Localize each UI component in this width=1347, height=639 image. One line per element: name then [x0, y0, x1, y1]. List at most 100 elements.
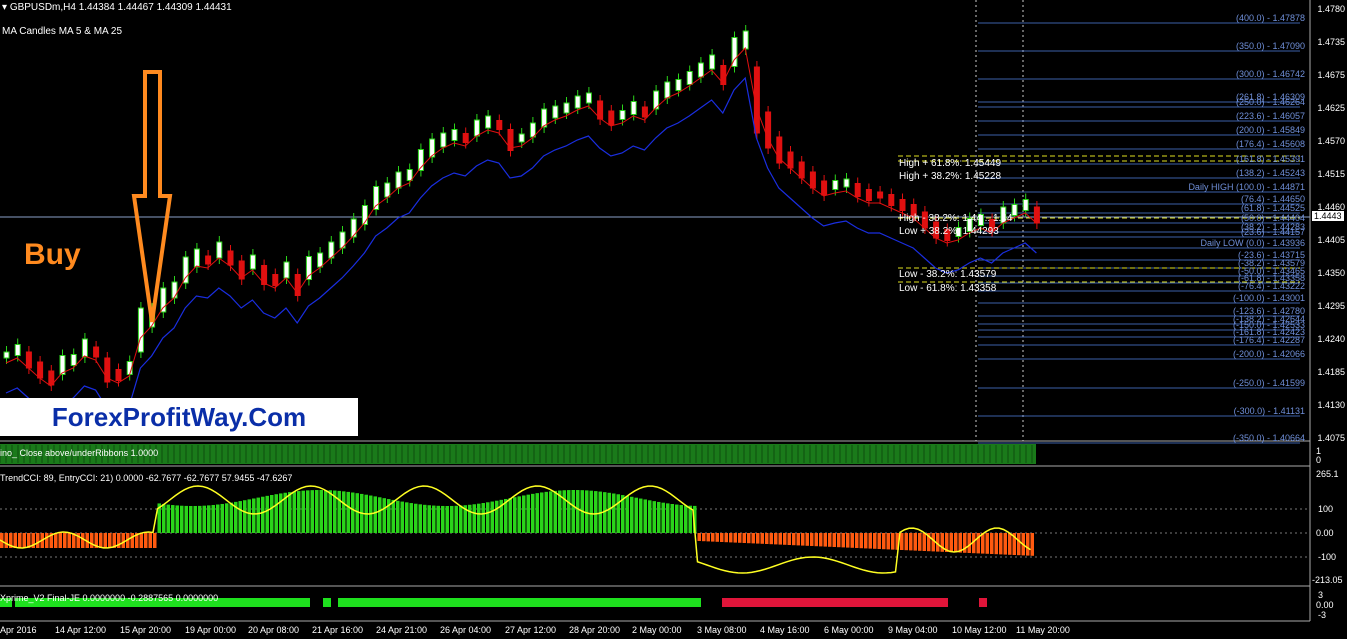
cci-bar [760, 533, 764, 544]
cci-bar [589, 490, 593, 533]
cci-bar [81, 533, 85, 548]
cci-bar [526, 494, 530, 533]
cci-bar [774, 533, 778, 545]
candle-body [630, 101, 637, 115]
fib-label: (-176.4) - 1.42287 [1232, 335, 1305, 345]
cci-bar [1003, 533, 1007, 555]
cci-bar [904, 533, 908, 551]
cci-bar [261, 496, 265, 533]
cci-bar [477, 503, 481, 533]
main-chart[interactable] [0, 0, 1347, 639]
time-tick: 11 May 20:00 [1016, 625, 1070, 635]
cci-bar [288, 492, 292, 533]
candle-body [440, 132, 447, 148]
candle-body [877, 191, 884, 199]
cci-bar [882, 533, 886, 550]
cci-bar [607, 492, 611, 533]
cci-bar [373, 496, 377, 533]
cci-bar [769, 533, 773, 545]
level-high-382: High + 38.2%: 1.45228 [899, 171, 1002, 182]
candle-body [216, 241, 223, 259]
cci-bar [544, 491, 548, 533]
time-tick: 2 May 00:00 [632, 625, 682, 635]
cci-bar [828, 533, 832, 547]
cci-bar [684, 505, 688, 533]
cci-bar [666, 503, 670, 533]
panel2-scale-max: 265.1 [1316, 469, 1339, 479]
candle-body [854, 183, 861, 197]
cci-bar [432, 505, 436, 533]
cci-bar [756, 533, 760, 544]
price-tick: 1.4780 [1317, 4, 1345, 14]
price-tick: 1.4240 [1317, 334, 1345, 344]
fib-label: (-100.0) - 1.43001 [1232, 293, 1305, 303]
cci-bar [445, 505, 449, 533]
cci-bar [886, 533, 890, 550]
cci-bar [990, 533, 994, 554]
candle-body [709, 54, 716, 70]
price-tick: 1.4295 [1317, 301, 1345, 311]
time-tick: 10 May 12:00 [952, 625, 1007, 635]
cci-bar [643, 499, 647, 533]
price-tick: 1.4185 [1317, 367, 1345, 377]
fib-label: (161.8) - 1.45391 [1235, 154, 1305, 164]
candle-body [14, 344, 21, 356]
cci-bar [225, 503, 229, 533]
cci-bar [63, 533, 67, 548]
cci-bar [468, 504, 472, 533]
cci-bar [670, 503, 674, 533]
cci-bar [949, 533, 953, 553]
cci-bar [351, 492, 355, 533]
cci-bar [324, 490, 328, 533]
cci-bar [1008, 533, 1012, 555]
cci-bar [409, 503, 413, 533]
cci-bar [247, 499, 251, 533]
cci-bar [198, 505, 202, 533]
panel1-scale-bottom: 0 [1316, 455, 1322, 465]
level-mid-high: High - 38.2%: 1.44 .. 1.44 [899, 213, 1013, 224]
time-tick: 21 Apr 16:00 [312, 625, 364, 635]
cci-bar [994, 533, 998, 555]
cci-bar [720, 533, 724, 542]
buy-arrow-icon [131, 70, 173, 323]
candle-body [496, 120, 503, 130]
candle-body [865, 189, 872, 201]
cci-bar [175, 505, 179, 533]
candle-body [182, 256, 189, 284]
time-tick: 28 Apr 20:00 [569, 625, 621, 635]
candle-body [384, 182, 391, 198]
time-tick: 24 Apr 21:00 [376, 625, 428, 635]
cci-bar [891, 533, 895, 550]
time-tick: 20 Apr 08:00 [248, 625, 300, 635]
fib-label: Daily LOW (0.0) - 1.43936 [1200, 238, 1305, 248]
cci-bar [787, 533, 791, 545]
candle-body [283, 261, 290, 279]
cci-bar [292, 491, 296, 533]
cci-bar [715, 533, 719, 542]
candle-body [3, 351, 10, 359]
candle-body [899, 199, 906, 211]
cci-bar [427, 505, 431, 533]
candle-body [395, 171, 402, 189]
cci-bar [652, 501, 656, 533]
cci-bar [382, 498, 386, 533]
time-tick: 3 May 08:00 [697, 625, 747, 635]
time-tick: 26 Apr 04:00 [440, 625, 492, 635]
cci-bar [450, 505, 454, 533]
cci-bar [436, 505, 440, 533]
candle-body [1033, 206, 1040, 224]
cci-bar [252, 498, 256, 533]
cci-bar [702, 533, 706, 542]
cci-bar [306, 490, 310, 533]
cci-bar [454, 505, 458, 533]
cci-bar [751, 533, 755, 544]
cci-bar [256, 497, 260, 533]
time-tick: 27 Apr 12:00 [505, 625, 557, 635]
cci-bar [967, 533, 971, 553]
cci-bar [184, 505, 188, 533]
cci-bar [594, 491, 598, 533]
candle-body [809, 171, 816, 189]
time-tick: Apr 2016 [0, 625, 37, 635]
cci-bar [657, 501, 661, 533]
time-tick: 4 May 16:00 [760, 625, 810, 635]
